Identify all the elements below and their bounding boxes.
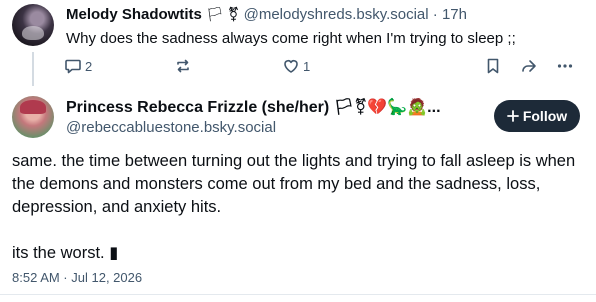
author-emojis: 🏳⚧💔🦕🧟...: [333, 99, 441, 116]
reply-count: 2: [85, 58, 93, 74]
main-post-text: same. the time between turning out the l…: [12, 150, 584, 265]
more-options-button[interactable]: [556, 56, 574, 76]
repost-icon: [177, 59, 189, 73]
post-timestamp[interactable]: 8:52 AM · Jul 12, 2026: [12, 270, 142, 285]
avatar[interactable]: [12, 4, 54, 46]
parent-post-text: Why does the sadness always come right w…: [66, 30, 516, 47]
reply-icon: [65, 59, 81, 74]
author-flags: 🏳 ⚧: [206, 6, 240, 22]
repost-button[interactable]: [174, 56, 192, 76]
share-button[interactable]: [520, 56, 538, 76]
follow-label: Follow: [522, 108, 568, 124]
avatar[interactable]: [12, 96, 54, 138]
thread-line: [32, 52, 34, 86]
follow-button[interactable]: Follow: [494, 100, 580, 132]
post-time[interactable]: 17h: [442, 6, 467, 23]
post-paragraph: its the worst. ▮: [12, 244, 119, 262]
bookmark-button[interactable]: [485, 56, 501, 76]
bookmark-icon: [487, 58, 499, 74]
reply-button[interactable]: 2: [64, 56, 92, 76]
more-icon: [557, 64, 573, 68]
author-handle[interactable]: @rebeccabluestone.bsky.social: [66, 119, 276, 136]
author-handle[interactable]: @melodyshreds.bsky.social: [244, 6, 429, 23]
author-name[interactable]: Melody Shadowtits: [66, 6, 202, 23]
parent-post-header: Melody Shadowtits 🏳 ⚧ @melodyshreds.bsky…: [66, 6, 467, 23]
separator: ·: [432, 6, 438, 23]
like-count: 1: [303, 58, 311, 74]
share-icon: [522, 60, 536, 72]
author-name[interactable]: Princess Rebecca Frizzle (she/her): [66, 99, 329, 116]
heart-icon: [284, 60, 298, 73]
plus-icon: [506, 110, 519, 122]
like-button[interactable]: 1: [282, 56, 310, 76]
divider: [0, 294, 596, 295]
main-post-author: Princess Rebecca Frizzle (she/her) 🏳⚧💔🦕🧟…: [66, 97, 441, 117]
post-paragraph: same. the time between turning out the l…: [12, 152, 576, 216]
